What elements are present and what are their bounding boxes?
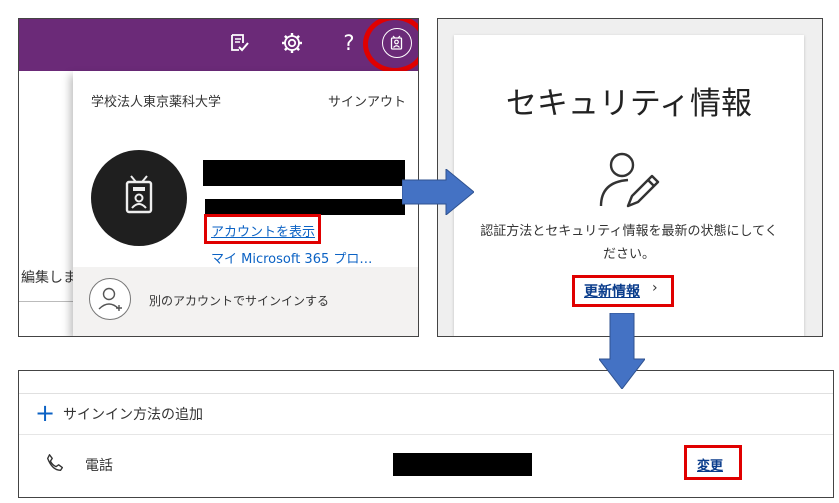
background-divider: [19, 301, 73, 302]
redacted-name: [203, 160, 405, 186]
sign-in-other-label: 別のアカウントでサインインする: [149, 294, 330, 308]
feedback-icon[interactable]: [227, 31, 251, 55]
top-bar: ?: [19, 19, 418, 73]
account-card: 学校法人東京薬科大学 サインアウト アカウントを表示 マイ Microsoft …: [73, 71, 418, 336]
security-info-screenshot: セキュリティ情報 認証方法とセキュリティ情報を最新の状態にしてください。 更新情…: [437, 18, 823, 337]
background-page: [19, 71, 73, 336]
add-account-icon: [89, 278, 131, 320]
redacted-phone-number: [393, 453, 532, 476]
view-account-highlight: [204, 214, 321, 244]
security-info-title: セキュリティ情報: [505, 86, 753, 122]
security-info-card: セキュリティ情報 認証方法とセキュリティ情報を最新の状態にしてください。 更新情…: [454, 35, 804, 336]
gear-icon[interactable]: [280, 31, 304, 55]
phone-icon: [46, 454, 64, 472]
redacted-email: [205, 199, 405, 215]
badge-icon: [125, 175, 153, 214]
top-divider: [19, 393, 833, 394]
sign-out-link[interactable]: サインアウト: [328, 91, 406, 110]
account-menu-screenshot: ? 編集しま 学校法人東京薬科大学 サインアウト アカウントを表示 マイ Mic…: [18, 18, 419, 337]
background-edit-text: 編集しま: [21, 270, 77, 286]
chevron-right-icon: ›: [652, 280, 658, 296]
my-microsoft-365-link[interactable]: マイ Microsoft 365 プロ…: [211, 248, 372, 267]
row-divider: [19, 434, 833, 435]
add-sign-in-method-button[interactable]: サインイン方法の追加: [63, 404, 203, 424]
sign-in-methods-screenshot: + サインイン方法の追加 電話 変更: [18, 370, 834, 498]
phone-method-label: 電話: [85, 458, 113, 474]
help-icon[interactable]: ?: [337, 31, 361, 55]
change-phone-link[interactable]: 変更: [697, 455, 723, 474]
organization-name: 学校法人東京薬科大学: [91, 95, 222, 110]
profile-avatar: [91, 150, 187, 246]
plus-icon[interactable]: +: [35, 399, 55, 427]
security-info-description: 認証方法とセキュリティ情報を最新の状態にしてください。: [480, 224, 778, 262]
arrow-down-icon: [599, 313, 645, 389]
arrow-right-icon: [402, 169, 474, 215]
update-info-link[interactable]: 更新情報: [584, 281, 640, 301]
avatar-highlight-circle: [363, 19, 418, 73]
sign-in-other-account-row[interactable]: 別のアカウントでサインインする: [73, 267, 418, 336]
user-edit-icon: [599, 152, 660, 208]
